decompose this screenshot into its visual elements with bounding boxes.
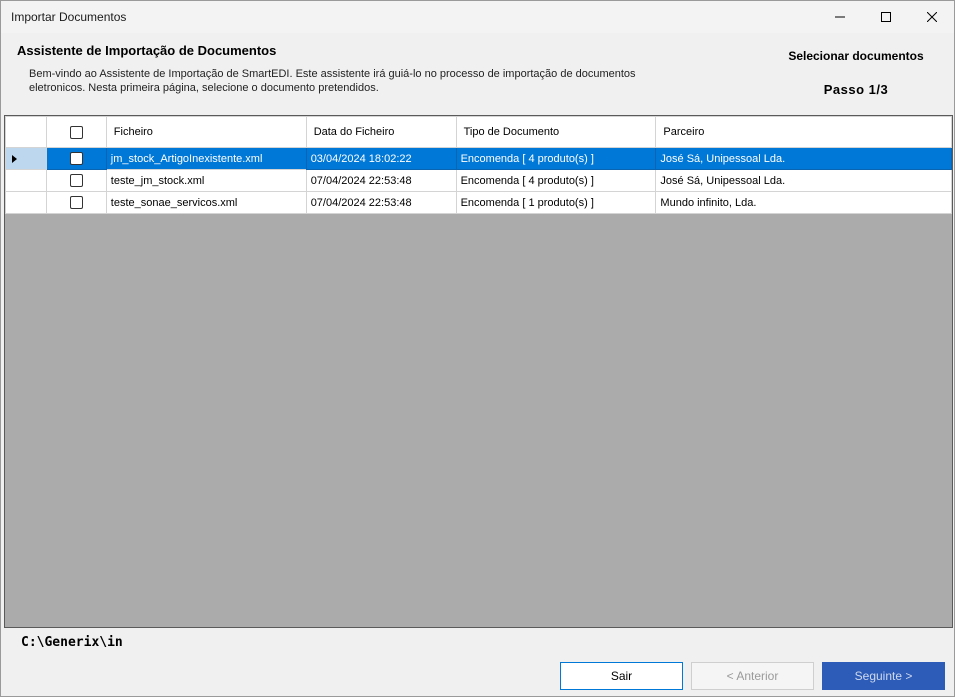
select-all-cell: [45, 116, 107, 148]
header-row: Ficheiro Data do Ficheiro Tipo de Docume…: [5, 116, 952, 148]
row-checkbox-cell: [45, 147, 107, 170]
select-all-checkbox[interactable]: [69, 125, 83, 139]
row-header[interactable]: [5, 169, 47, 192]
maximize-icon: [881, 12, 891, 22]
close-button[interactable]: [909, 1, 955, 33]
cell-parceiro[interactable]: José Sá, Unipessoal Lda.: [655, 169, 952, 192]
column-header-ficheiro[interactable]: Ficheiro: [105, 116, 307, 148]
cell-ficheiro[interactable]: jm_stock_ArtigoInexistente.xml: [105, 147, 307, 170]
row-checkbox[interactable]: [69, 174, 83, 187]
documents-grid[interactable]: Ficheiro Data do Ficheiro Tipo de Docume…: [4, 115, 953, 628]
window-title: Importar Documentos: [11, 10, 127, 24]
cell-tipo[interactable]: Encomenda [ 4 produto(s) ]: [455, 147, 657, 170]
minimize-icon: [835, 16, 845, 18]
wizard-header: Assistente de Importação de Documentos B…: [1, 33, 954, 115]
row-checkbox[interactable]: [69, 196, 83, 209]
title-bar[interactable]: Importar Documentos: [1, 1, 954, 33]
column-header-parceiro[interactable]: Parceiro: [655, 116, 952, 148]
cell-tipo[interactable]: Encomenda [ 4 produto(s) ]: [455, 169, 657, 192]
cell-data[interactable]: 07/04/2024 22:53:48: [305, 169, 457, 192]
next-button[interactable]: Seguinte >: [822, 662, 945, 690]
cell-data[interactable]: 03/04/2024 18:02:22: [305, 147, 457, 170]
close-icon: [927, 12, 937, 22]
cell-ficheiro[interactable]: teste_jm_stock.xml: [105, 169, 307, 192]
previous-button[interactable]: < Anterior: [691, 662, 814, 690]
step-indicator: Passo 1/3: [823, 82, 889, 97]
maximize-button[interactable]: [863, 1, 909, 33]
row-header[interactable]: [5, 147, 47, 170]
exit-button[interactable]: Sair: [560, 662, 683, 690]
table-row[interactable]: teste_jm_stock.xml 07/04/2024 22:53:48 E…: [5, 169, 952, 192]
cell-parceiro[interactable]: José Sá, Unipessoal Lda.: [655, 147, 952, 170]
import-documents-window: Importar Documentos Assistente de Import…: [0, 0, 955, 697]
cell-parceiro[interactable]: Mundo infinito, Lda.: [655, 191, 952, 214]
cell-ficheiro[interactable]: teste_sonae_servicos.xml: [105, 191, 307, 214]
row-header[interactable]: [5, 191, 47, 214]
row-checkbox-cell: [45, 169, 107, 192]
cell-tipo[interactable]: Encomenda [ 1 produto(s) ]: [455, 191, 657, 214]
minimize-button[interactable]: [817, 1, 863, 33]
table-row[interactable]: jm_stock_ArtigoInexistente.xml 03/04/202…: [5, 147, 952, 170]
step-title: Selecionar documentos: [788, 49, 924, 63]
column-header-data[interactable]: Data do Ficheiro: [305, 116, 457, 148]
current-row-arrow-icon: [12, 154, 17, 163]
column-header-tipo[interactable]: Tipo de Documento: [455, 116, 657, 148]
wizard-title: Assistente de Importação de Documentos: [17, 43, 277, 58]
row-checkbox[interactable]: [69, 152, 83, 165]
cell-data[interactable]: 07/04/2024 22:53:48: [305, 191, 457, 214]
documents-table: Ficheiro Data do Ficheiro Tipo de Docume…: [5, 116, 952, 214]
table-row[interactable]: teste_sonae_servicos.xml 07/04/2024 22:5…: [5, 191, 952, 214]
row-header-corner: [5, 116, 47, 148]
wizard-description: Bem-vindo ao Assistente de Importação de…: [29, 68, 636, 94]
folder-path: C:\Generix\in: [21, 635, 123, 650]
row-checkbox-cell: [45, 191, 107, 214]
